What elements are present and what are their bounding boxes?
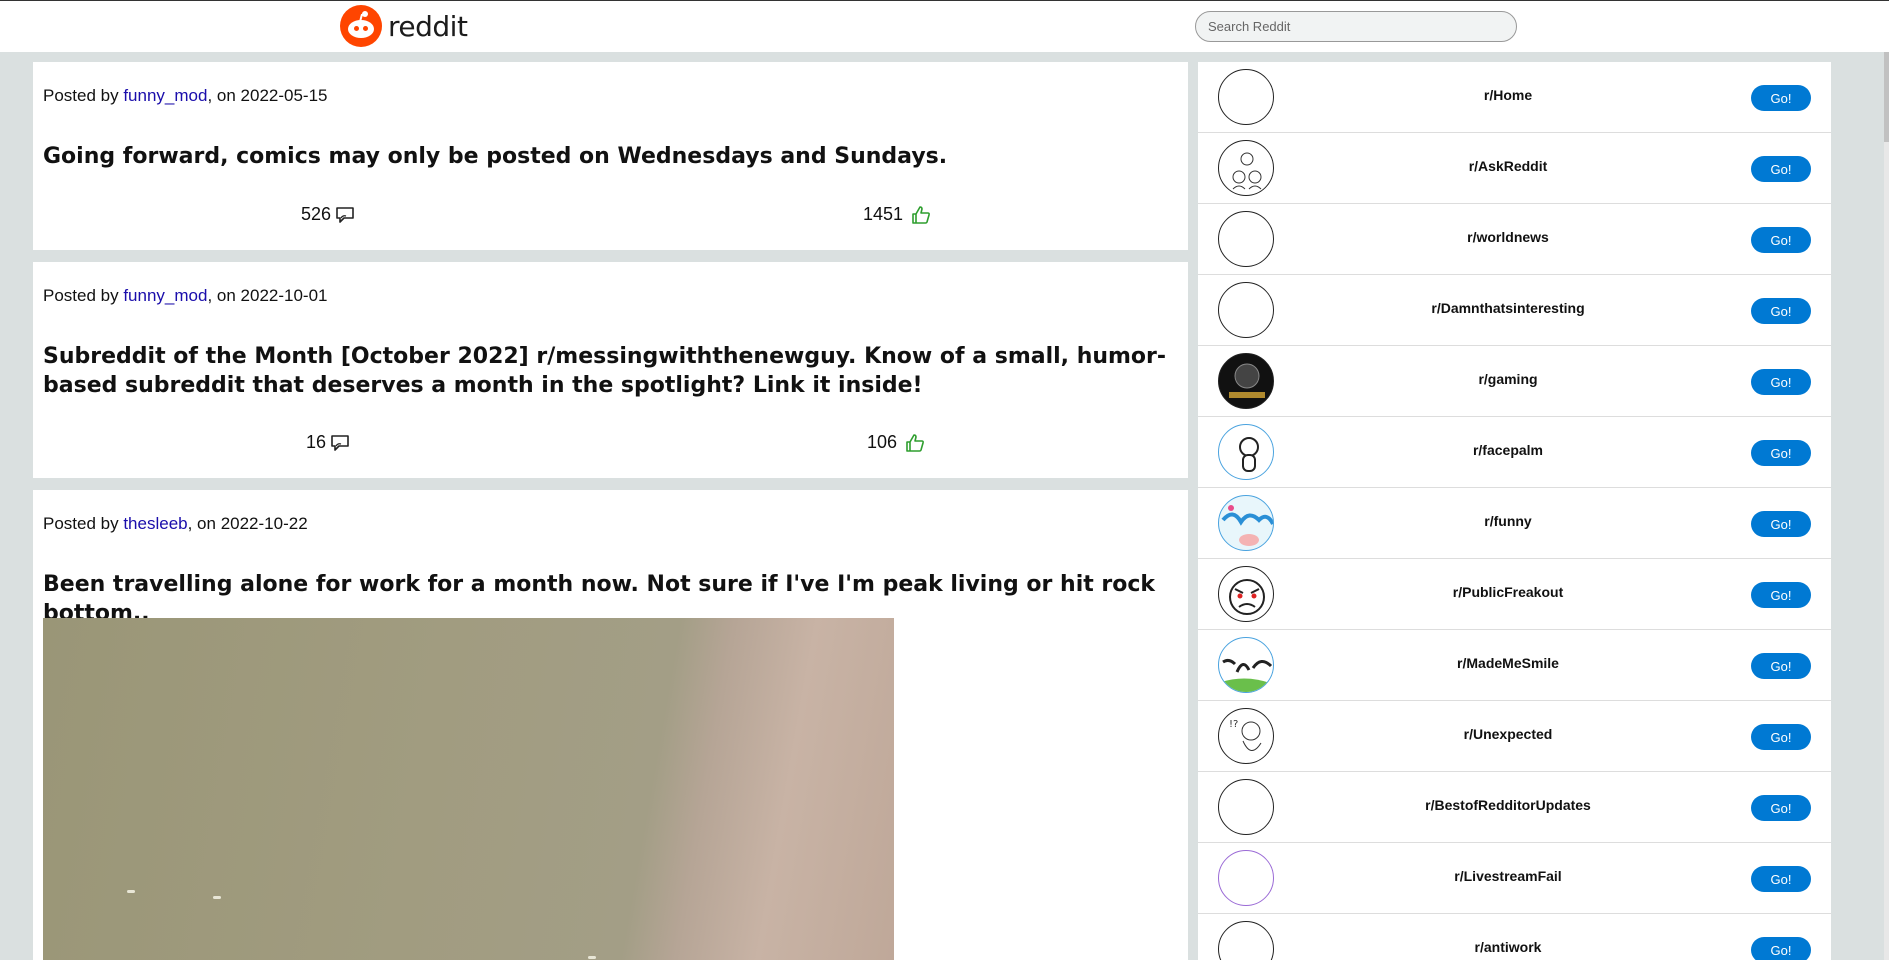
comments-count[interactable]: 526 [301, 204, 355, 225]
top-header: reddit [0, 0, 1889, 52]
author-link[interactable]: funny_mod [123, 286, 207, 305]
subreddit-row: r/antiwork Go! [1198, 914, 1831, 960]
go-button[interactable]: Go! [1751, 440, 1811, 466]
subreddit-name[interactable]: r/facepalm [1358, 442, 1658, 458]
posted-by-label: Posted by [43, 514, 124, 533]
subreddit-name[interactable]: r/MadeMeSmile [1358, 655, 1658, 671]
subreddit-row: !? r/Unexpected Go! [1198, 701, 1831, 772]
logo-text: reddit [388, 9, 468, 43]
posted-by-label: Posted by [43, 286, 124, 305]
post-title[interactable]: Subreddit of the Month [October 2022] r/… [43, 342, 1173, 400]
go-button[interactable]: Go! [1751, 795, 1811, 821]
reddit-logo[interactable]: reddit [340, 5, 468, 47]
post-card: Posted by thesleeb, on 2022-10-22 Been t… [33, 490, 1188, 960]
comment-icon [331, 434, 349, 451]
subreddit-name[interactable]: r/antiwork [1358, 939, 1658, 955]
upvotes-count[interactable]: 1451 [863, 204, 931, 225]
go-button[interactable]: Go! [1751, 369, 1811, 395]
subreddit-name[interactable]: r/AskReddit [1358, 158, 1658, 174]
subreddit-avatar[interactable] [1218, 353, 1274, 409]
go-button[interactable]: Go! [1751, 511, 1811, 537]
posted-by-label: Posted by [43, 86, 124, 105]
post-title[interactable]: Going forward, comics may only be posted… [43, 142, 1173, 171]
subreddit-sidebar: r/Home Go! r/AskReddit Go! r/worldnews G… [1198, 62, 1831, 960]
post-card: Posted by funny_mod, on 2022-10-01 Subre… [33, 262, 1188, 478]
reddit-snoo-icon [340, 5, 382, 47]
subreddit-row: r/funny Go! [1198, 488, 1831, 559]
post-card: Posted by funny_mod, on 2022-05-15 Going… [33, 62, 1188, 250]
subreddit-row: r/PublicFreakout Go! [1198, 559, 1831, 630]
post-meta: Posted by funny_mod, on 2022-05-15 [43, 86, 328, 106]
angry-snoo-icon [1229, 579, 1265, 615]
subreddit-avatar[interactable] [1218, 779, 1274, 835]
subreddit-avatar[interactable] [1218, 566, 1274, 622]
post-image[interactable] [43, 618, 894, 960]
subreddit-row: r/Home Go! [1198, 62, 1831, 133]
comments-value: 526 [301, 204, 332, 224]
go-button[interactable]: Go! [1751, 227, 1811, 253]
madememsmile-icon [1221, 658, 1273, 692]
subreddit-avatar[interactable] [1218, 495, 1274, 551]
comment-icon [336, 206, 354, 223]
post-meta: Posted by funny_mod, on 2022-10-01 [43, 286, 328, 306]
subreddit-row: r/worldnews Go! [1198, 204, 1831, 275]
go-button[interactable]: Go! [1751, 582, 1811, 608]
subreddit-avatar[interactable] [1218, 282, 1274, 338]
subreddit-name[interactable]: r/LivestreamFail [1358, 868, 1658, 884]
subreddit-avatar[interactable] [1218, 211, 1274, 267]
upvotes-value: 106 [867, 432, 898, 452]
go-button[interactable]: Go! [1751, 298, 1811, 324]
subreddit-avatar[interactable] [1218, 921, 1274, 960]
subreddit-avatar[interactable] [1218, 850, 1274, 906]
go-button[interactable]: Go! [1751, 156, 1811, 182]
subreddit-name[interactable]: r/funny [1358, 513, 1658, 529]
subreddit-name[interactable]: r/PublicFreakout [1358, 584, 1658, 600]
post-date: , on 2022-10-22 [187, 514, 308, 533]
go-button[interactable]: Go! [1751, 85, 1811, 111]
subreddit-name[interactable]: r/BestofRedditorUpdates [1358, 797, 1658, 813]
author-link[interactable]: funny_mod [123, 86, 207, 105]
svg-text:!?: !? [1229, 719, 1238, 730]
upvotes-value: 1451 [863, 204, 904, 224]
subreddit-avatar[interactable]: !? [1218, 708, 1274, 764]
subreddit-name[interactable]: r/worldnews [1358, 229, 1658, 245]
upvotes-count[interactable]: 106 [867, 432, 925, 453]
subreddit-avatar[interactable] [1218, 140, 1274, 196]
subreddit-row: r/facepalm Go! [1198, 417, 1831, 488]
subreddit-row: r/AskReddit Go! [1198, 133, 1831, 204]
funny-icon [1221, 505, 1273, 546]
comments-value: 16 [306, 432, 327, 452]
facepalm-icon [1239, 437, 1259, 472]
subreddit-avatar[interactable] [1218, 424, 1274, 480]
gaming-icon [1229, 363, 1265, 398]
subreddit-row: r/Damnthatsinteresting Go! [1198, 275, 1831, 346]
snoo-group-icon [1232, 152, 1262, 190]
subreddit-avatar[interactable] [1218, 69, 1274, 125]
subreddit-avatar[interactable] [1218, 637, 1274, 693]
subreddit-name[interactable]: r/Home [1358, 87, 1658, 103]
go-button[interactable]: Go! [1751, 937, 1811, 960]
comments-count[interactable]: 16 [306, 432, 350, 453]
thumbs-up-icon [906, 433, 924, 452]
subreddit-name[interactable]: r/Unexpected [1358, 726, 1658, 742]
post-date: , on 2022-05-15 [207, 86, 328, 105]
subreddit-row: r/MadeMeSmile Go! [1198, 630, 1831, 701]
go-button[interactable]: Go! [1751, 653, 1811, 679]
unexpected-icon: !? [1229, 719, 1262, 751]
subreddit-row: r/BestofRedditorUpdates Go! [1198, 772, 1831, 843]
subreddit-row: r/LivestreamFail Go! [1198, 843, 1831, 914]
subreddit-name[interactable]: r/Damnthatsinteresting [1358, 300, 1658, 316]
go-button[interactable]: Go! [1751, 724, 1811, 750]
post-meta: Posted by thesleeb, on 2022-10-22 [43, 514, 308, 534]
search-input[interactable] [1195, 11, 1517, 42]
post-date: , on 2022-10-01 [207, 286, 328, 305]
author-link[interactable]: thesleeb [123, 514, 187, 533]
thumbs-up-icon [912, 205, 930, 224]
scrollbar-thumb[interactable] [1884, 52, 1889, 142]
subreddit-row: r/gaming Go! [1198, 346, 1831, 417]
page-scrollbar[interactable] [1884, 52, 1889, 960]
go-button[interactable]: Go! [1751, 866, 1811, 892]
subreddit-name[interactable]: r/gaming [1358, 371, 1658, 387]
